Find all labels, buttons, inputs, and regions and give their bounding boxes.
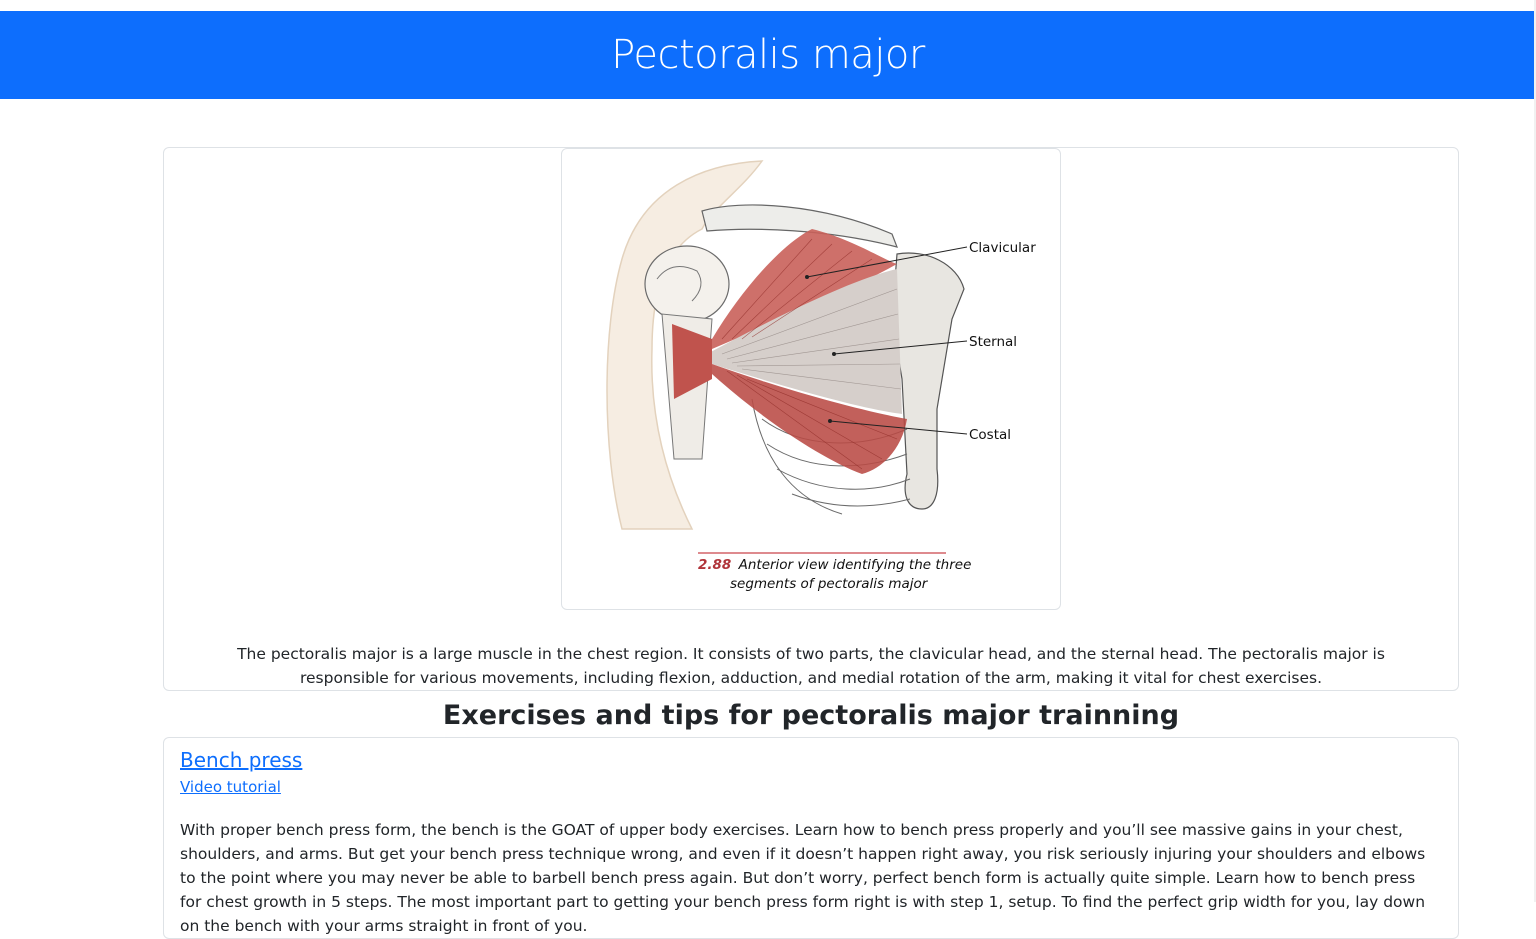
caption-line2: segments of pectoralis major [730,576,929,592]
label-clavicular: Clavicular [969,240,1036,256]
muscle-description: The pectoralis major is a large muscle i… [237,644,1385,687]
top-spacer [0,0,1536,11]
exercises-heading: Exercises and tips for pectoralis major … [442,700,1180,731]
svg-text:2.88 Anterior view ide: 2.88 Anterior view identifying the three [698,557,971,573]
page-title: Pectoralis major [611,32,925,78]
caption-number: 2.88 [698,557,731,573]
label-costal: Costal [969,427,1011,443]
label-sternal: Sternal [969,334,1017,350]
video-tutorial-wrapper: Video tutorial [180,778,281,796]
exercise-card: Bench press Video tutorial With proper b… [163,737,1459,939]
muscle-card: Clavicular Sternal Costal 2.88 Anterior … [163,147,1459,691]
caption-line1: Anterior view identifying the three [738,557,972,573]
exercise-title: Bench press [180,748,302,772]
page-header: Pectoralis major [0,11,1536,99]
video-tutorial-link[interactable]: Video tutorial [180,778,281,796]
exercise-title-link[interactable]: Bench press [180,748,302,772]
exercise-description: With proper bench press form, the bench … [180,821,1426,935]
anatomy-figure: Clavicular Sternal Costal 2.88 Anterior … [561,148,1061,610]
pectoralis-illustration: Clavicular Sternal Costal 2.88 Anterior … [606,160,1036,592]
